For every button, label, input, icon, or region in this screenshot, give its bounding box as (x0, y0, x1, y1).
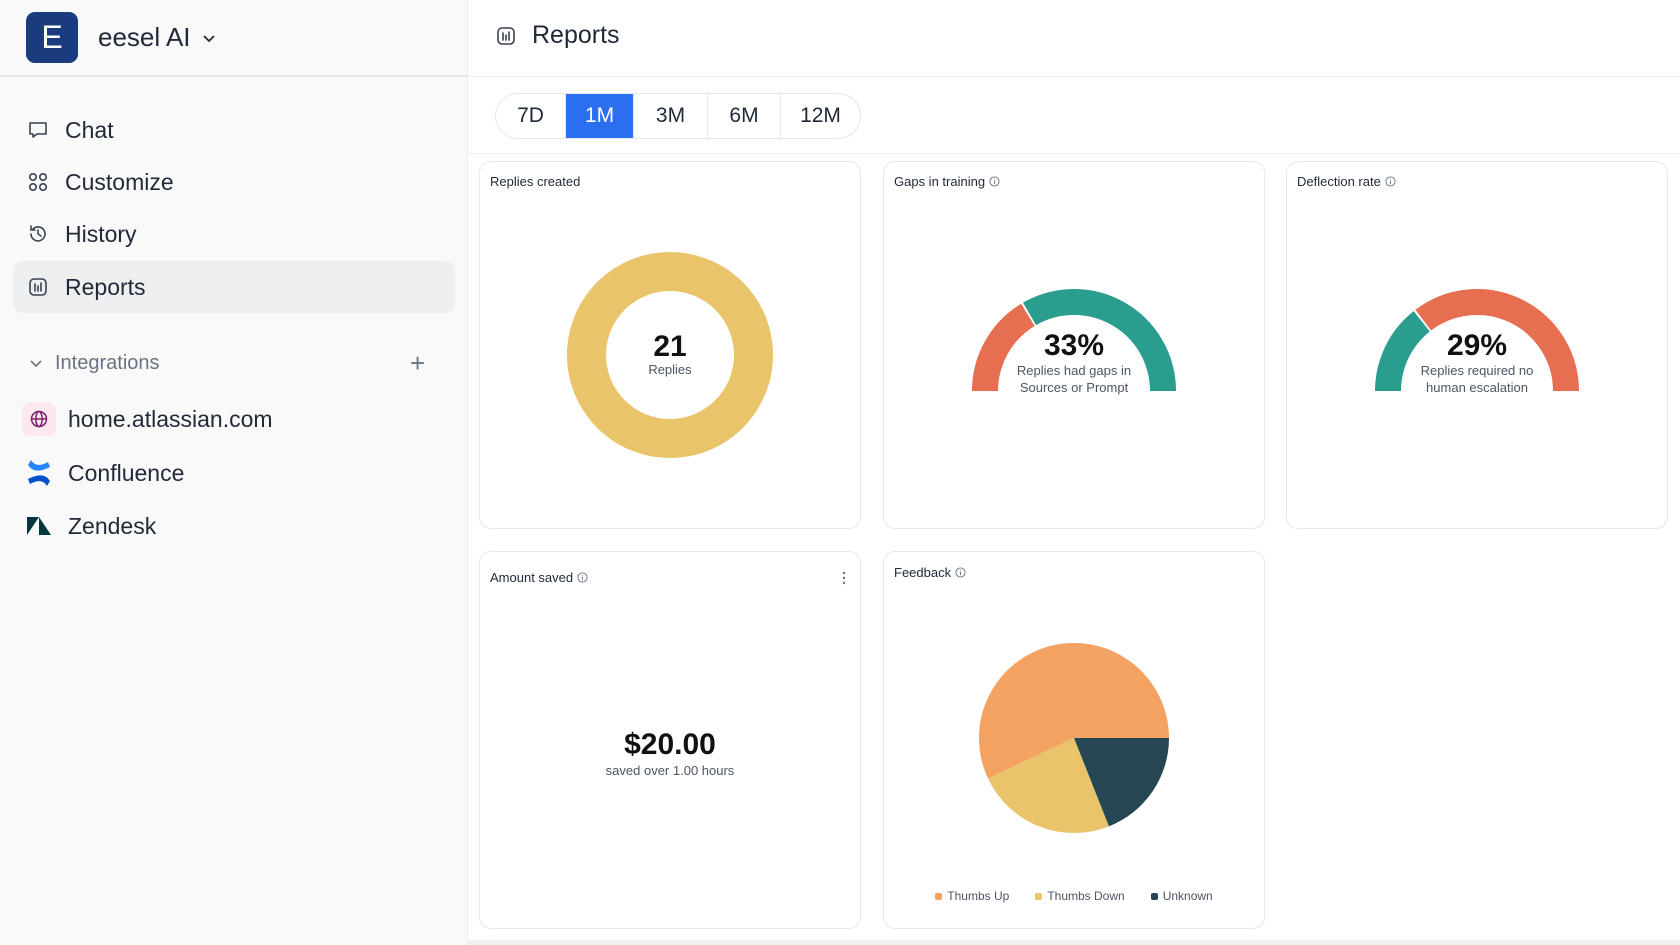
feedback-card: Feedback Thumbs Up Thumbs Down Unknown (883, 551, 1265, 929)
deflection-caption-line1: Replies required no (1420, 363, 1534, 378)
chat-icon (29, 122, 47, 138)
amount-saved-card: Amount saved $20.00 saved over 1.00 hour… (479, 551, 861, 929)
workspace-name: eesel AI (98, 22, 191, 52)
add-integration-button[interactable]: + (410, 348, 425, 379)
integration-label: Confluence (68, 459, 185, 486)
feedback-legend: Thumbs Up Thumbs Down Unknown (884, 889, 1264, 903)
page-title: Reports (532, 21, 620, 49)
divider (468, 153, 1680, 154)
integrations-label: Integrations (55, 351, 160, 374)
replies-unit: Replies (648, 362, 692, 377)
card-title: Amount saved (490, 570, 574, 585)
reports-icon (497, 27, 515, 45)
integrations-section-header[interactable]: Integrations + (26, 348, 446, 379)
deflection-rate-card: Deflection rate 29% Replies required no … (1286, 161, 1668, 529)
sidebar: E eesel AI Chat Customize History Report… (0, 0, 468, 945)
deflection-caption-line2: human escalation (1426, 380, 1528, 395)
gaps-caption-line1: Replies had gaps in (1016, 363, 1132, 378)
history-icon (30, 225, 46, 242)
date-range-tabs: 7D 1M 3M 6M 12M (495, 93, 861, 139)
customize-icon (28, 172, 48, 192)
feedback-pie-chart (979, 643, 1169, 833)
tab-1m[interactable]: 1M (565, 94, 633, 138)
globe-icon (22, 402, 56, 436)
reports-icon (29, 278, 47, 296)
integration-label: Zendesk (68, 512, 157, 539)
gaps-in-training-card: Gaps in training 33% Replies had gaps in… (883, 161, 1265, 529)
legend-item-thumbs-down[interactable]: Thumbs Down (1035, 889, 1125, 903)
tab-7d[interactable]: 7D (496, 94, 565, 138)
chevron-down-icon (30, 360, 42, 368)
gaps-caption-line2: Sources or Prompt (1019, 380, 1129, 395)
sidebar-item-label: Customize (65, 168, 174, 195)
legend-item-unknown[interactable]: Unknown (1150, 889, 1213, 903)
amount-value: $20.00 (624, 728, 716, 761)
replies-count: 21 (653, 330, 687, 363)
sidebar-item-history[interactable]: History (13, 208, 455, 260)
chevron-down-icon (202, 34, 215, 42)
sidebar-item-customize[interactable]: Customize (13, 156, 455, 208)
tab-6m[interactable]: 6M (707, 94, 780, 138)
confluence-icon (22, 456, 56, 490)
workspace-switcher[interactable]: eesel AI (98, 22, 217, 53)
zendesk-icon (22, 509, 56, 543)
replies-created-card: Replies created 21 Replies (479, 161, 861, 529)
integration-label: home.atlassian.com (68, 405, 273, 432)
gaps-value: 33% (1043, 329, 1105, 362)
sidebar-item-label: Reports (65, 273, 146, 300)
page-header: Reports (468, 0, 1680, 77)
tab-3m[interactable]: 3M (633, 94, 707, 138)
sidebar-item-chat[interactable]: Chat (13, 104, 455, 156)
deflection-value: 29% (1446, 329, 1508, 362)
sidebar-item-reports[interactable]: Reports (13, 261, 455, 313)
sidebar-item-label: Chat (65, 116, 114, 143)
workspace-logo: E (26, 12, 78, 63)
legend-item-thumbs-up[interactable]: Thumbs Up (935, 889, 1009, 903)
sidebar-item-label: History (65, 220, 137, 247)
bottom-scrollbar (468, 940, 1680, 945)
amount-caption: saved over 1.00 hours (605, 763, 735, 778)
tab-12m[interactable]: 12M (780, 94, 860, 138)
info-icon[interactable] (577, 572, 588, 583)
more-options-icon[interactable] (840, 570, 848, 586)
workspace-header: E eesel AI (0, 0, 468, 77)
